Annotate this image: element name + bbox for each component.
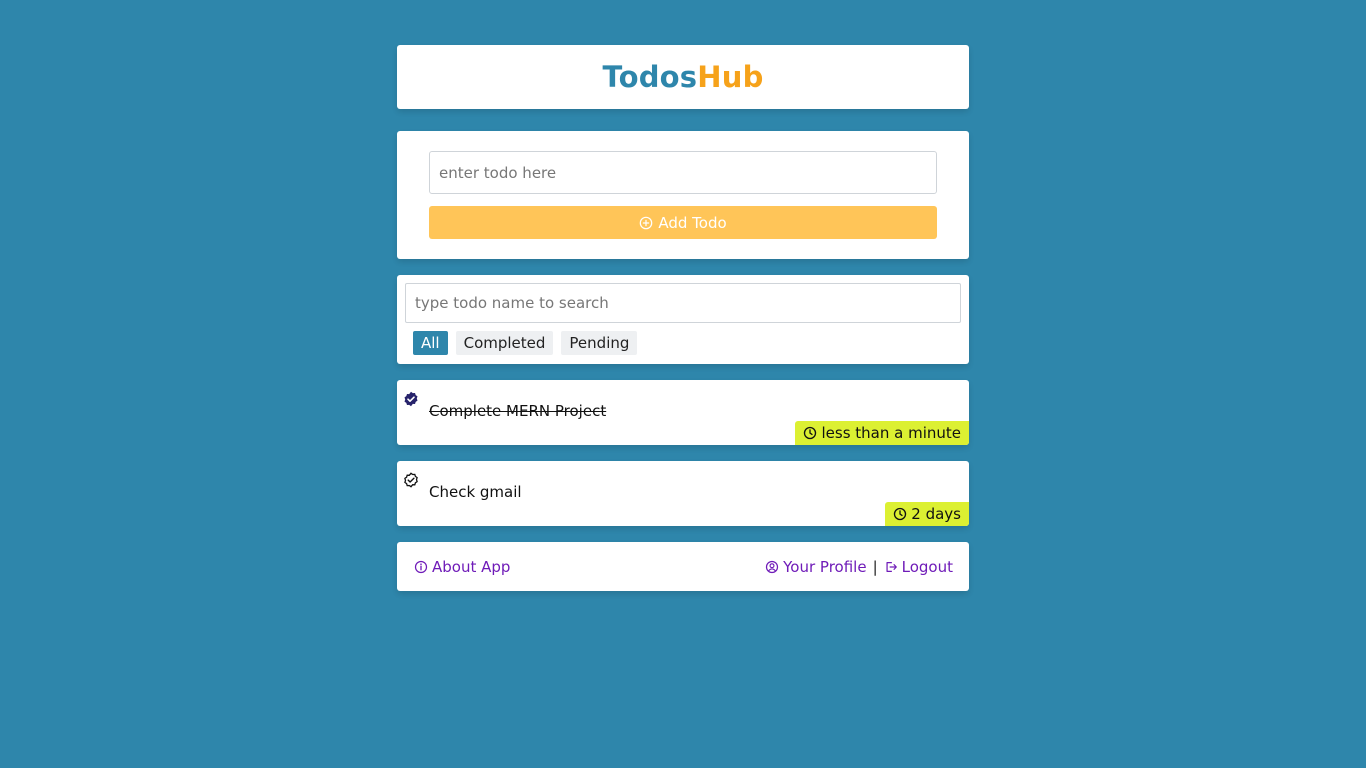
add-todo-panel: Add Todo bbox=[397, 131, 969, 259]
app-logo: TodosHub bbox=[602, 60, 763, 94]
about-label: About App bbox=[432, 557, 511, 576]
profile-link[interactable]: Your Profile bbox=[765, 557, 867, 576]
add-todo-label: Add Todo bbox=[658, 213, 727, 232]
footer: About App Your Profile | Logout bbox=[397, 542, 969, 591]
logout-link[interactable]: Logout bbox=[884, 558, 953, 576]
todo-item: Check gmail 2 days bbox=[397, 461, 969, 526]
logout-label: Logout bbox=[901, 557, 953, 576]
account-links: Your Profile | Logout bbox=[765, 558, 953, 576]
check-badge-outline-icon[interactable] bbox=[403, 472, 419, 488]
clock-icon bbox=[803, 426, 817, 440]
logo-part-2: Hub bbox=[697, 60, 764, 94]
filter-tabs: All Completed Pending bbox=[413, 331, 961, 355]
link-separator: | bbox=[872, 557, 878, 576]
filter-all[interactable]: All bbox=[413, 331, 448, 355]
info-icon bbox=[414, 560, 428, 574]
todo-text: Complete MERN Project bbox=[429, 402, 607, 420]
todo-item: Complete MERN Project less than a minute bbox=[397, 380, 969, 445]
profile-label: Your Profile bbox=[783, 557, 867, 576]
plus-circle-icon bbox=[639, 216, 653, 230]
todo-app: TodosHub Add Todo All Completed Pending … bbox=[397, 45, 969, 591]
search-panel: All Completed Pending bbox=[397, 275, 969, 364]
todo-input[interactable] bbox=[429, 151, 937, 194]
filter-completed[interactable]: Completed bbox=[455, 331, 554, 355]
add-todo-button[interactable]: Add Todo bbox=[429, 206, 937, 239]
clock-icon bbox=[893, 507, 907, 521]
time-badge: 2 days bbox=[885, 502, 969, 526]
search-input[interactable] bbox=[405, 283, 961, 323]
check-badge-filled-icon[interactable] bbox=[403, 391, 419, 407]
filter-pending[interactable]: Pending bbox=[561, 331, 638, 355]
header: TodosHub bbox=[397, 45, 969, 109]
time-badge-text: less than a minute bbox=[821, 424, 961, 442]
logout-icon bbox=[884, 560, 898, 574]
todo-text: Check gmail bbox=[429, 483, 522, 501]
about-link[interactable]: About App bbox=[414, 558, 510, 576]
logo-part-1: Todos bbox=[602, 60, 698, 94]
user-circle-icon bbox=[765, 560, 779, 574]
time-badge: less than a minute bbox=[795, 421, 969, 445]
time-badge-text: 2 days bbox=[911, 505, 961, 523]
